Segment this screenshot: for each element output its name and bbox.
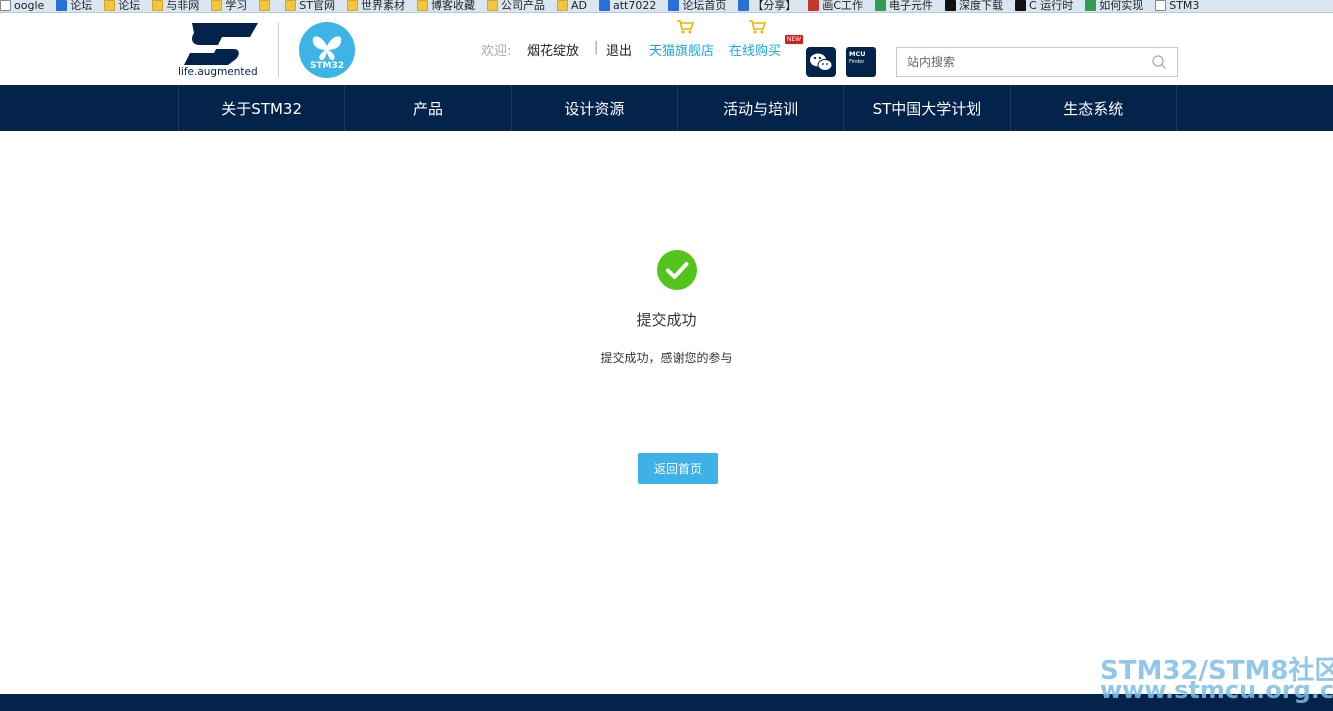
cart-icon: [749, 20, 766, 34]
nav-item[interactable]: 活动与培训: [678, 85, 845, 131]
wechat-icon[interactable]: [806, 47, 836, 77]
bookmark-item[interactable]: oogle: [0, 0, 44, 12]
blue-app-icon: [56, 0, 68, 11]
bookmarks-bar: oogle 论坛 论坛 与非网 学习 ST官网 世界素材 博客收藏 公司产品 AD att7022 论…: [0, 0, 1333, 13]
folder-icon: [259, 0, 271, 11]
blue-app-icon: [598, 0, 610, 11]
site-header: life.augmented STM32 欢迎: 烟花绽放 | 退出 天猫旗舰店…: [0, 13, 1333, 85]
nav-item[interactable]: 关于STM32: [179, 85, 346, 131]
bookmark-label: AD: [570, 0, 587, 12]
bookmark-item[interactable]: 与非网: [152, 0, 199, 12]
bookmark-label: 博客收藏: [430, 0, 475, 12]
bookmark-item[interactable]: 如何实现: [1085, 0, 1143, 12]
bookmark-label: ST官网: [299, 0, 335, 12]
bookmark-item[interactable]: 【分享】: [738, 0, 796, 12]
dark-app-icon: [945, 0, 957, 11]
dark-app-icon: [1015, 0, 1027, 11]
bookmark-label: 论坛首页: [682, 0, 727, 12]
folder-icon: [346, 0, 358, 11]
mcu-finder-line2: Finder: [849, 59, 865, 65]
bookmark-label: oogle: [14, 0, 45, 12]
bookmark-item[interactable]: 博客收藏: [416, 0, 475, 12]
bookmark-label: 【分享】: [752, 0, 797, 12]
bookmark-label: 深度下载: [959, 0, 1004, 12]
folder-icon: [285, 0, 297, 11]
main-nav-items: 关于STM32 产品 设计资源 活动与培训 ST中国大学计划 生态系统: [178, 85, 1177, 131]
nav-item[interactable]: 设计资源: [512, 85, 678, 131]
blue-app-icon: [738, 0, 750, 11]
result-message: 提交成功，感谢您的参与: [600, 351, 733, 365]
folder-icon: [152, 0, 164, 11]
bookmark-label: 学习: [225, 0, 248, 12]
bookmark-item[interactable]: 学习: [211, 0, 247, 12]
main-nav: 关于STM32 产品 设计资源 活动与培训 ST中国大学计划 生态系统: [0, 85, 1333, 131]
doc-icon: [0, 0, 11, 11]
nav-item[interactable]: ST中国大学计划: [844, 85, 1011, 131]
bookmark-label: STM3: [1169, 0, 1200, 12]
back-home-button[interactable]: 返回首页: [638, 453, 718, 484]
green-app-icon: [1085, 0, 1097, 11]
cart-icon: [677, 20, 694, 34]
doc-icon: [1155, 0, 1167, 11]
bookmark-label: 如何实现: [1099, 0, 1144, 12]
search-icon[interactable]: [1151, 54, 1167, 70]
blue-app-icon: [668, 0, 680, 11]
bookmark-item[interactable]: C 运行时: [1015, 0, 1073, 12]
bookmark-label: 公司产品: [500, 0, 545, 12]
folder-icon: [416, 0, 428, 11]
red-app-icon: [808, 0, 820, 11]
bookmark-item[interactable]: 公司产品: [486, 0, 545, 12]
bookmark-label: 世界素材: [360, 0, 405, 12]
bookmark-item[interactable]: 画C工作: [808, 0, 863, 12]
logo-divider: [278, 22, 279, 78]
result-title: 提交成功: [636, 311, 697, 329]
folder-icon: [486, 0, 498, 11]
bookmark-label: att7022: [612, 0, 657, 12]
header-separator: |: [594, 40, 599, 55]
success-check-icon: [657, 250, 697, 290]
welcome-label: 欢迎:: [481, 44, 512, 59]
bookmark-item[interactable]: 论坛: [56, 0, 92, 12]
bookmark-item[interactable]: [259, 0, 273, 12]
bookmark-item[interactable]: ST官网: [285, 0, 335, 12]
bookmark-label: 画C工作: [822, 0, 864, 12]
mcu-finder-icon[interactable]: MCU Finder: [846, 47, 876, 77]
nav-item[interactable]: 生态系统: [1011, 85, 1177, 131]
green-app-icon: [875, 0, 887, 11]
watermark-url: www.stmcu.org.cn: [1100, 676, 1333, 704]
logout-link[interactable]: 退出: [606, 40, 632, 59]
bookmark-item[interactable]: att7022: [598, 0, 657, 12]
bookmark-label: 论坛: [70, 0, 93, 12]
stm32-badge-text: STM32: [310, 61, 344, 71]
site-search: [896, 47, 1178, 77]
bookmark-item[interactable]: 电子元件: [875, 0, 933, 12]
bookmark-label: 与非网: [166, 0, 200, 12]
st-tagline: life.augmented: [178, 66, 258, 78]
bookmark-item[interactable]: 论坛首页: [668, 0, 726, 12]
mcu-finder-line1: MCU: [849, 50, 866, 58]
bookmark-item[interactable]: AD: [556, 0, 587, 12]
bookmark-item[interactable]: 深度下载: [945, 0, 1003, 12]
search-input[interactable]: [897, 48, 1147, 76]
bookmark-label: 论坛: [118, 0, 141, 12]
bookmark-item[interactable]: 世界素材: [346, 0, 405, 12]
bookmark-label: 电子元件: [889, 0, 934, 12]
bookmark-label: C 运行时: [1029, 0, 1074, 12]
stm32-butterfly-logo-icon[interactable]: STM32: [299, 22, 355, 78]
online-buy-link[interactable]: 在线购买: [729, 40, 781, 59]
bookmark-item[interactable]: 论坛: [104, 0, 140, 12]
new-badge: NEW: [785, 35, 803, 44]
bookmark-item[interactable]: STM3: [1155, 0, 1199, 12]
tmall-store-link[interactable]: 天猫旗舰店: [649, 40, 714, 59]
folder-icon: [556, 0, 568, 11]
folder-icon: [104, 0, 116, 11]
nav-item[interactable]: 产品: [345, 85, 512, 131]
username-link[interactable]: 烟花绽放: [527, 40, 579, 59]
folder-icon: [211, 0, 223, 11]
